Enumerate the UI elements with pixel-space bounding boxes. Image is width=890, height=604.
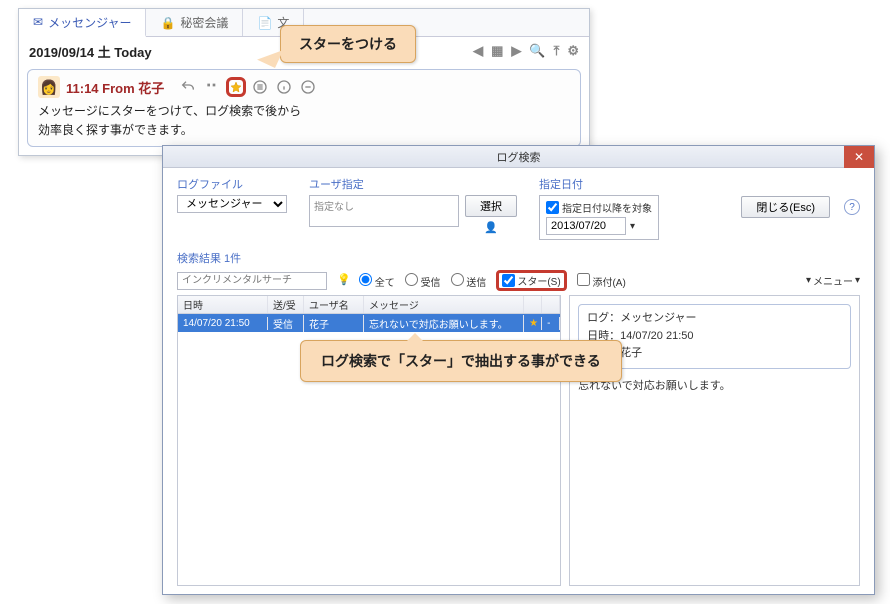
star-icon[interactable] [226,77,246,97]
next-icon[interactable]: ▶ [511,43,521,59]
filter-all[interactable]: 全て [359,273,395,289]
tab-secret[interactable]: 🔒 秘密会議 [146,9,243,36]
quote-icon[interactable] [202,77,222,97]
date-group: 指定日付 指定日付以降を対象 ▾ [539,176,659,240]
callout-filter: ログ検索で「スター」で抽出する事ができる [300,340,622,382]
col-message[interactable]: メッセージ [364,296,524,313]
filter-star[interactable]: スター(S) [496,270,566,291]
close-button[interactable]: ✕ [844,146,874,168]
select-user-button[interactable]: 選択 [465,195,517,217]
menu-dropdown[interactable]: ▾ メニュー ▾ [806,273,860,288]
time-from: 11:14 From 花子 [66,78,164,97]
dropdown-icon[interactable]: ▾ [630,221,635,232]
date-text: 2019/09/14 土 Today [29,42,152,61]
tab-label: メッセンジャー [48,14,131,31]
doc-icon: 📄 [257,16,272,30]
row-star-icon: ★ [524,317,542,330]
calendar-icon[interactable]: ▦ [491,43,503,59]
tab-messenger[interactable]: ✉ メッセンジャー [19,9,146,37]
dialog-title: ログ検索 [497,149,541,165]
help-icon[interactable]: ? [844,199,860,215]
date-input[interactable] [546,217,626,235]
filter-attach[interactable]: 添付(A) [577,273,626,289]
incremental-search-input[interactable] [177,272,327,290]
logfile-select[interactable]: メッセンジャー [177,195,287,213]
date-label: 指定日付 [539,176,659,192]
row-dash-icon: - [542,317,560,330]
date-after-check[interactable]: 指定日付以降を対象 [546,200,652,215]
message-box: 👩 11:14 From 花子 メッセージにスターをつけて、ログ検索で後から 効… [27,69,581,147]
search-icon[interactable]: 🔍 [529,43,545,59]
col-datetime[interactable]: 日時 [178,296,268,313]
dialog-title-bar: ログ検索 ✕ [163,146,874,168]
table-row[interactable]: 14/07/20 21:50 受信 花子 忘れないで対応お願いします。 ★ - [178,314,560,332]
user-group: ユーザ指定 指定なし 選択 👤 [309,176,517,234]
reply-icon[interactable] [178,77,198,97]
bulb-icon[interactable]: 💡 [337,273,349,289]
message-header: 👩 11:14 From 花子 [38,76,570,98]
results-count: 検索結果 1件 [177,250,860,266]
callout-star: スターをつける [280,25,416,63]
results-table: 日時 送/受 ユーザ名 メッセージ 14/07/20 21:50 受信 花子 忘… [177,295,561,586]
lock-icon: 🔒 [160,16,175,30]
gear-icon[interactable]: ⚙ [567,43,579,59]
minus-icon[interactable] [298,77,318,97]
col-user[interactable]: ユーザ名 [304,296,364,313]
message-text: メッセージにスターをつけて、ログ検索で後から 効率良く探す事ができます。 [38,102,570,140]
filter-send[interactable]: 送信 [451,273,487,289]
tab-label: 秘密会議 [180,14,228,31]
detail-panel: ログ：メッセンジャー 日時：14/07/20 21:50 受信：花子 忘れないで… [569,295,860,586]
date-after-checkbox[interactable] [546,201,559,214]
user-box[interactable]: 指定なし [309,195,459,227]
top-icon[interactable]: ⤒ [554,43,560,59]
logfile-group: ログファイル メッセンジャー [177,176,287,213]
prev-icon[interactable]: ◀ [473,43,483,59]
user-label: ユーザ指定 [309,176,517,192]
logfile-label: ログファイル [177,176,287,192]
avatar: 👩 [38,76,60,98]
mail-icon: ✉ [33,15,43,29]
filter-recv[interactable]: 受信 [405,273,441,289]
col-sendrecv[interactable]: 送/受 [268,296,304,313]
user-icon[interactable]: 👤 [484,221,498,234]
close-esc-button[interactable]: 閉じる(Esc) [741,196,830,218]
